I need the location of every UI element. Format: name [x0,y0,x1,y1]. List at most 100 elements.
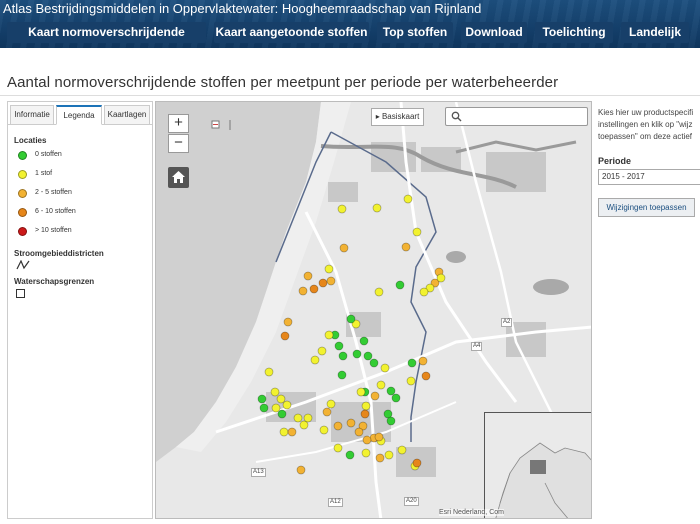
measurement-point[interactable] [271,403,281,413]
nav-toelichting[interactable]: Toelichting [535,22,613,43]
measurement-point[interactable] [412,458,422,468]
measurement-point[interactable] [337,370,347,380]
measurement-point[interactable] [418,356,428,366]
measurement-point[interactable] [257,394,267,404]
measurement-point[interactable] [403,194,413,204]
measure-tool-icon[interactable] [211,120,233,130]
measurement-point[interactable] [376,380,386,390]
measurement-point[interactable] [384,450,394,460]
map-view[interactable]: + − ▸ Basiskaart A2 A12 A13 A20 A4 Esri … [155,101,592,519]
measurement-point[interactable] [280,331,290,341]
measurement-point[interactable] [356,387,366,397]
measurement-point[interactable] [401,242,411,252]
measurement-point[interactable] [287,427,297,437]
measurement-point[interactable] [436,273,446,283]
line-symbol-icon [16,260,30,270]
measurement-point[interactable] [293,413,303,423]
measurement-point[interactable] [277,409,287,419]
measurement-point[interactable] [282,400,292,410]
measurement-point[interactable] [386,416,396,426]
measurement-point[interactable] [318,278,328,288]
measurement-point[interactable] [333,421,343,431]
period-select[interactable]: 2015 - 2017 [598,169,700,185]
nav-landelijk[interactable]: Landelijk [621,22,689,43]
measurement-point[interactable] [395,280,405,290]
measurement-point[interactable] [372,203,382,213]
basemap-button[interactable]: ▸ Basiskaart [371,108,424,126]
measurement-point[interactable] [296,465,306,475]
period-label: Periode [598,156,632,166]
measurement-point[interactable] [303,413,313,423]
settings-info: Kies hier uw productspecifi instellingen… [598,107,700,143]
measurement-point[interactable] [322,407,332,417]
measurement-point[interactable] [276,394,286,404]
measurement-point[interactable] [406,376,416,386]
zoom-out-button[interactable]: − [168,134,189,153]
measurement-point[interactable] [324,264,334,274]
measurement-point[interactable] [334,341,344,351]
measurement-point[interactable] [386,386,396,396]
measurement-point[interactable] [333,443,343,453]
measurement-point[interactable] [259,403,269,413]
measurement-point[interactable] [412,227,422,237]
nav-download[interactable]: Download [461,22,527,43]
overview-map[interactable] [484,412,591,518]
overview-map-image [485,413,591,518]
measurement-point[interactable] [362,435,372,445]
measurement-point[interactable] [419,287,429,297]
home-button[interactable] [168,167,189,188]
measurement-point[interactable] [326,276,336,286]
measurement-point[interactable] [309,284,319,294]
measurement-point[interactable] [359,336,369,346]
measurement-point[interactable] [346,418,356,428]
measurement-point[interactable] [354,427,364,437]
measurement-point[interactable] [370,391,380,401]
measurement-point[interactable] [397,445,407,455]
measurement-point[interactable] [326,399,336,409]
nav-kaart-aangetoonde[interactable]: Kaart aangetoonde stoffen [214,22,369,43]
legend-heading-locaties: Locaties [14,136,47,145]
search-input[interactable] [445,107,588,126]
measurement-point[interactable] [303,271,313,281]
nav-top-stoffen[interactable]: Top stoffen [377,22,453,43]
measurement-point[interactable] [421,371,431,381]
measurement-point[interactable] [369,358,379,368]
road-label-a12: A12 [328,498,343,507]
measurement-point[interactable] [363,351,373,361]
home-icon [172,171,185,183]
measurement-point[interactable] [345,450,355,460]
measurement-point[interactable] [338,351,348,361]
measurement-point[interactable] [270,387,280,397]
measurement-point[interactable] [346,314,356,324]
tab-informatie[interactable]: Informatie [10,105,54,125]
measurement-point[interactable] [299,420,309,430]
measurement-point[interactable] [352,349,362,359]
measurement-point[interactable] [360,409,370,419]
measurement-point[interactable] [361,401,371,411]
measurement-point[interactable] [279,427,289,437]
measurement-point[interactable] [380,363,390,373]
tab-kaartlagen[interactable]: Kaartlagen [104,105,150,125]
measurement-point[interactable] [319,425,329,435]
measurement-point[interactable] [264,367,274,377]
legend-label: 0 stoffen [35,151,62,158]
measurement-point[interactable] [337,204,347,214]
measurement-point[interactable] [298,286,308,296]
measurement-point[interactable] [407,358,417,368]
measurement-point[interactable] [339,243,349,253]
measurement-point[interactable] [324,330,334,340]
nav-kaart-normoverschrijdende[interactable]: Kaart normoverschrijdende stoffen [7,22,206,60]
info-line: instellingen en klik op "wijz [598,120,693,129]
measurement-point[interactable] [374,287,384,297]
measurement-point[interactable] [375,453,385,463]
measurement-point[interactable] [283,317,293,327]
measurement-point[interactable] [310,355,320,365]
zoom-in-button[interactable]: + [168,114,189,133]
tab-legenda[interactable]: Legenda [56,105,102,125]
measurement-point[interactable] [391,393,401,403]
measurement-point[interactable] [361,448,371,458]
apply-changes-button[interactable]: Wijzigingen toepassen [598,198,695,217]
measurement-point[interactable] [374,432,384,442]
legend-label: 6 - 10 stoffen [35,208,76,215]
measurement-point[interactable] [317,346,327,356]
